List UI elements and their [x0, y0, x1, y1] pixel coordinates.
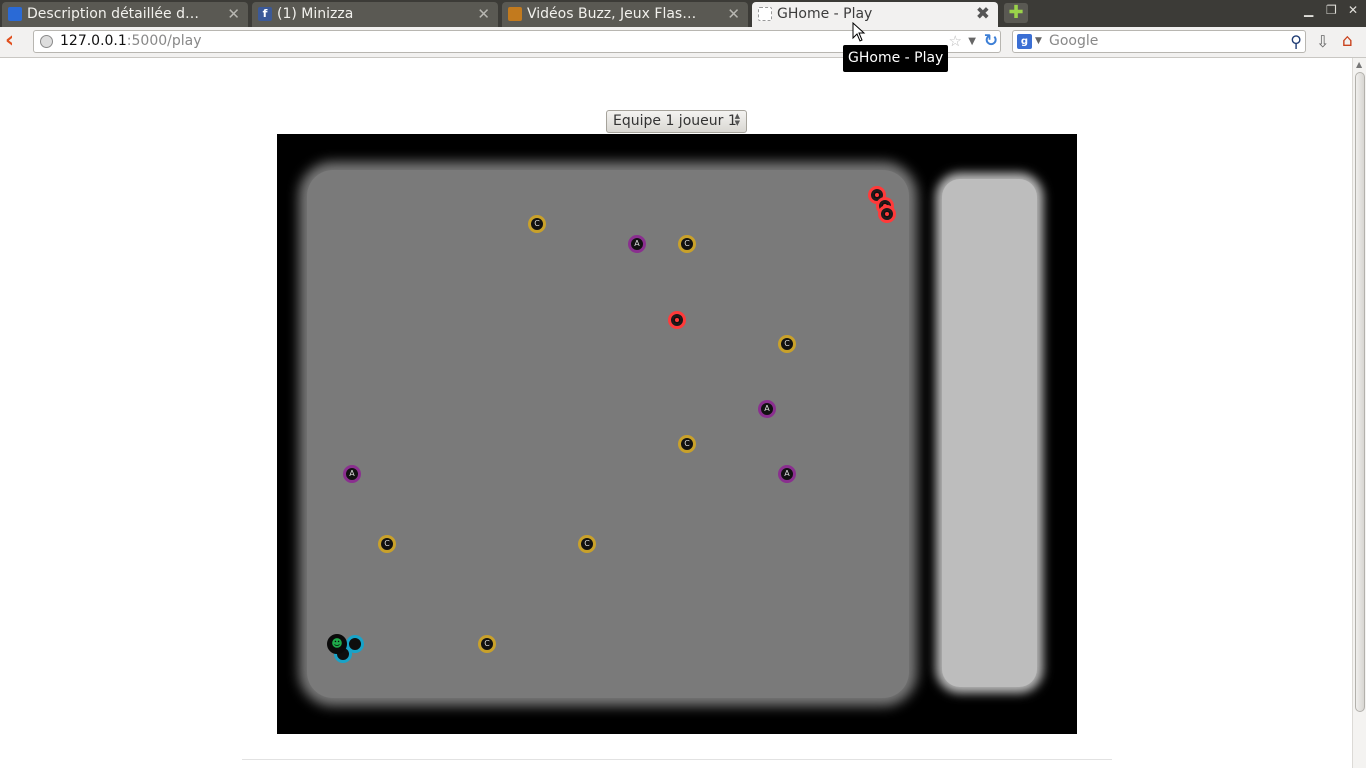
a-token[interactable]: A	[778, 465, 796, 483]
plus-icon: ✚	[1008, 2, 1024, 23]
coin-token[interactable]: C	[578, 535, 596, 553]
tab-minizza[interactable]: f (1) Minizza ✕	[252, 2, 498, 27]
minimize-icon[interactable]: ▁	[1304, 3, 1313, 17]
search-bar[interactable]: g ▼ Google ⚲	[1012, 30, 1306, 53]
tab-videos-buzz[interactable]: Vidéos Buzz, Jeux Flash et I… ✕	[502, 2, 748, 27]
site-favicon-icon	[508, 7, 522, 21]
history-dropdown-icon[interactable]: ▼	[968, 31, 976, 52]
blank-page-icon	[758, 7, 772, 21]
vertical-scrollbar[interactable]: ▲	[1352, 58, 1366, 768]
back-arrow-icon: ‹	[5, 28, 15, 53]
tab-tooltip: GHome - Play	[843, 45, 949, 72]
back-button[interactable]: ‹	[5, 30, 25, 52]
home-icon[interactable]: ⌂	[1342, 31, 1353, 51]
coin-token[interactable]: C	[528, 215, 546, 233]
current-player-token[interactable]: ☻	[327, 634, 347, 654]
coin-token[interactable]: C	[678, 435, 696, 453]
red-player-token[interactable]	[878, 205, 896, 223]
search-placeholder: Google	[1049, 33, 1099, 49]
coin-token[interactable]: C	[378, 535, 396, 553]
url-host: 127.0.0.1	[60, 33, 127, 49]
bookmark-star-icon[interactable]: ☆	[949, 31, 962, 52]
google-engine-icon[interactable]: g	[1017, 34, 1032, 49]
close-icon[interactable]: ✖	[976, 2, 990, 26]
game-board[interactable]: C C C C C C C A A A A ☻	[277, 134, 1077, 734]
tab-title: (1) Minizza	[277, 6, 354, 22]
player-select[interactable]: Equipe 1 joueur 1 ▲ ▼	[606, 110, 747, 133]
search-icon[interactable]: ⚲	[1290, 32, 1302, 51]
player-select-value: Equipe 1 joueur 1	[613, 113, 737, 129]
close-icon[interactable]: ✕	[727, 2, 740, 26]
restore-icon[interactable]: ❐	[1326, 3, 1337, 17]
tab-title: Description détaillée des ét…	[27, 6, 203, 22]
facebook-favicon-icon: f	[258, 7, 272, 21]
tab-description[interactable]: Description détaillée des ét… ✕	[2, 2, 248, 27]
close-window-icon[interactable]: ✕	[1348, 3, 1358, 17]
tab-title: Vidéos Buzz, Jeux Flash et I…	[527, 6, 703, 22]
tab-strip: Description détaillée des ét… ✕ f (1) Mi…	[0, 0, 1366, 27]
globe-icon	[40, 35, 53, 48]
scrollbar-thumb[interactable]	[1355, 72, 1365, 712]
tab-ghome-play[interactable]: GHome - Play ✖	[752, 2, 998, 27]
side-panel	[942, 179, 1037, 687]
a-token[interactable]: A	[758, 400, 776, 418]
coin-token[interactable]: C	[778, 335, 796, 353]
red-player-token[interactable]	[668, 311, 686, 329]
a-token[interactable]: A	[343, 465, 361, 483]
footer-divider	[242, 759, 1112, 760]
select-arrows-icon: ▲ ▼	[734, 112, 740, 127]
a-token[interactable]: A	[628, 235, 646, 253]
engine-dropdown-icon[interactable]: ▼	[1035, 31, 1042, 52]
play-field[interactable]	[307, 170, 909, 698]
new-tab-button[interactable]: ✚	[1004, 3, 1028, 23]
coin-token[interactable]: C	[478, 635, 496, 653]
navigation-toolbar: ‹ 127.0.0.1:5000/play ☆ ▼ ↻ g ▼ Google ⚲…	[0, 27, 1366, 58]
close-icon[interactable]: ✕	[227, 2, 240, 26]
trello-favicon-icon	[8, 7, 22, 21]
close-icon[interactable]: ✕	[477, 2, 490, 26]
coin-token[interactable]: C	[678, 235, 696, 253]
download-icon[interactable]: ⇩	[1316, 32, 1329, 51]
reload-icon[interactable]: ↻	[984, 32, 998, 51]
scroll-up-icon[interactable]: ▲	[1356, 60, 1362, 69]
url-path: :5000/play	[126, 33, 202, 49]
